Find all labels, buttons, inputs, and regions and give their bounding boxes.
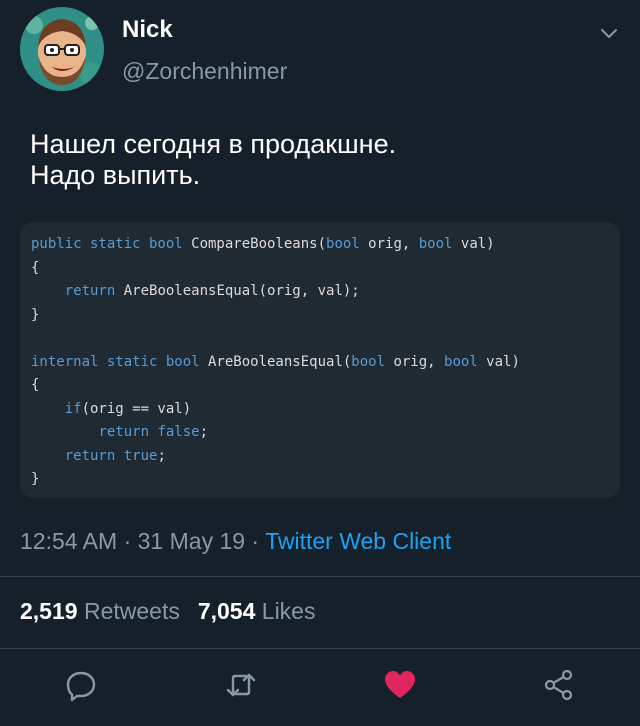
- code-keyword: return true: [64, 447, 158, 464]
- retweet-button[interactable]: [224, 668, 258, 702]
- user-handle[interactable]: @Zorchenhimer: [122, 58, 287, 85]
- separator: ·: [117, 528, 138, 554]
- code-keyword: bool: [418, 236, 453, 252]
- code-token: val): [452, 236, 495, 252]
- likes-label: Likes: [261, 598, 316, 624]
- code-keyword: return: [64, 283, 116, 299]
- tweet-header: Nick @Zorchenhimer: [0, 0, 640, 100]
- code-token: (orig == val): [81, 400, 192, 417]
- code-token: {: [31, 377, 40, 393]
- code-keyword: if: [64, 400, 82, 417]
- retweets-stat[interactable]: 2,519 Retweets: [20, 598, 180, 624]
- separator: ·: [245, 528, 266, 554]
- code-line: }: [31, 304, 520, 328]
- code-token: orig,: [359, 236, 419, 252]
- code-line: }: [31, 468, 520, 492]
- share-icon: [544, 669, 573, 701]
- chevron-down-icon[interactable]: [598, 22, 620, 44]
- code-line: public static bool CompareBooleans(bool …: [31, 233, 520, 257]
- code-screenshot[interactable]: public static bool CompareBooleans(bool …: [20, 222, 620, 498]
- code-block: public static bool CompareBooleans(bool …: [31, 233, 520, 492]
- display-name[interactable]: Nick: [122, 16, 173, 44]
- code-line: return true;: [31, 445, 520, 469]
- tweet-metadata: 12:54 AM · 31 May 19 · Twitter Web Clien…: [20, 528, 451, 555]
- retweet-icon: [226, 673, 256, 697]
- tweet-date[interactable]: 31 May 19: [138, 528, 245, 554]
- tweet-time[interactable]: 12:54 AM: [20, 528, 117, 554]
- code-token: }: [31, 306, 40, 323]
- code-token: AreBooleansEqual(orig, val);: [115, 283, 360, 299]
- code-token: ;: [199, 424, 209, 440]
- code-token: ;: [157, 447, 166, 464]
- code-line: return false;: [31, 421, 520, 445]
- retweets-label: Retweets: [83, 598, 180, 624]
- divider: [0, 576, 640, 577]
- code-keyword: bool: [326, 236, 360, 252]
- likes-stat[interactable]: 7,054 Likes: [198, 598, 316, 624]
- code-keyword: internal static bool: [31, 353, 200, 370]
- tweet-text: Нашел сегодня в продакшне. Надо выпить.: [30, 129, 397, 190]
- code-keyword: bool: [351, 353, 386, 370]
- reply-icon: [66, 671, 96, 702]
- code-keyword: bool: [444, 353, 478, 370]
- code-keyword: public static bool: [31, 236, 183, 252]
- avatar-image: [20, 7, 104, 91]
- heart-icon: [385, 671, 415, 698]
- likes-count: 7,054: [197, 598, 256, 624]
- client-link[interactable]: Twitter Web Client: [265, 528, 451, 554]
- reply-button[interactable]: [64, 668, 98, 702]
- code-token: orig,: [385, 353, 445, 370]
- tweet-stats: 2,519 Retweets 7,054 Likes: [20, 598, 315, 625]
- code-line: {: [31, 374, 520, 398]
- retweets-count: 2,519: [20, 598, 78, 624]
- code-line: {: [31, 257, 520, 281]
- like-button[interactable]: [383, 668, 417, 702]
- code-token: val): [477, 353, 520, 370]
- code-line: internal static bool AreBooleansEqual(bo…: [31, 351, 520, 375]
- code-token: }: [31, 471, 40, 487]
- divider: [0, 648, 640, 649]
- code-line: return AreBooleansEqual(orig, val);: [31, 280, 520, 304]
- code-keyword: return false: [98, 424, 200, 440]
- code-token: AreBooleansEqual(: [199, 353, 352, 370]
- code-token: CompareBooleans(: [182, 236, 327, 252]
- share-button[interactable]: [542, 668, 576, 702]
- code-token: {: [31, 259, 40, 276]
- code-line: if(orig == val): [31, 398, 520, 422]
- avatar[interactable]: [20, 7, 104, 91]
